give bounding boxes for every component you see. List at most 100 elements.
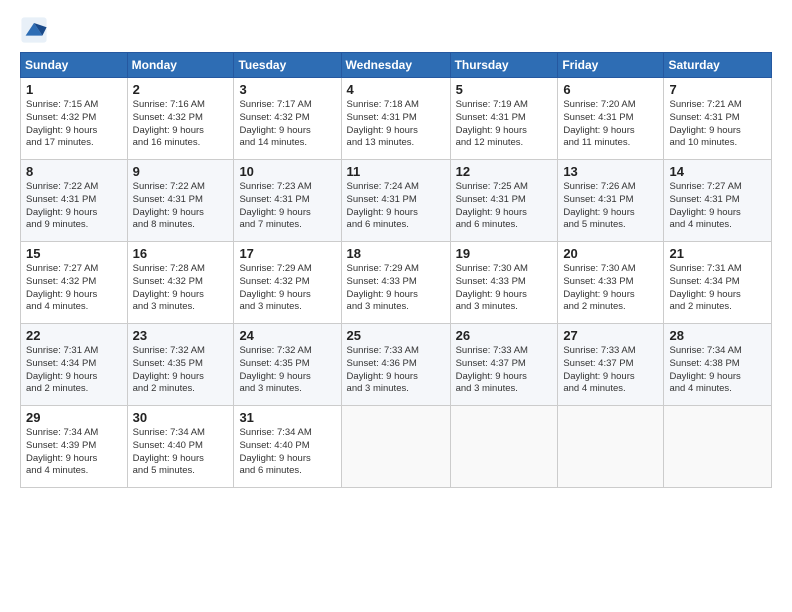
day-number: 18 (347, 246, 445, 261)
calendar-cell: 17 Sunrise: 7:29 AM Sunset: 4:32 PM Dayli… (234, 242, 341, 324)
calendar-cell: 16Sunrise: 7:28 AM Sunset: 4:32 PM Dayli… (127, 242, 234, 324)
day-info: Sunrise: 7:28 AM Sunset: 4:32 PM Dayligh… (133, 263, 229, 314)
calendar-cell: 2 Sunrise: 7:16 AM Sunset: 4:32 PM Daylig… (127, 78, 234, 160)
weekday-header-friday: Friday (558, 53, 664, 78)
calendar-cell: 29 Sunrise: 7:34 AM Sunset: 4:39 PM Dayli… (21, 406, 128, 488)
day-number: 26 (456, 328, 553, 343)
weekday-header-monday: Monday (127, 53, 234, 78)
day-info: Sunrise: 7:31 AM Sunset: 4:34 PM Dayligh… (669, 263, 766, 314)
day-info: Sunrise: 7:27 AM Sunset: 4:32 PM Dayligh… (26, 263, 122, 314)
day-info: Sunrise: 7:31 AM Sunset: 4:34 PM Dayligh… (26, 345, 122, 396)
day-info: Sunrise: 7:34 AM Sunset: 4:40 PM Dayligh… (239, 427, 335, 478)
calendar-cell: 3 Sunrise: 7:17 AM Sunset: 4:32 PM Daylig… (234, 78, 341, 160)
calendar-cell: 5 Sunrise: 7:19 AM Sunset: 4:31 PM Daylig… (450, 78, 558, 160)
calendar-cell: 25 Sunrise: 7:33 AM Sunset: 4:36 PM Dayli… (341, 324, 450, 406)
logo-icon (20, 16, 48, 44)
calendar-cell: 24 Sunrise: 7:32 AM Sunset: 4:35 PM Dayli… (234, 324, 341, 406)
calendar-cell: 4Sunrise: 7:18 AM Sunset: 4:31 PM Daylig… (341, 78, 450, 160)
day-number: 21 (669, 246, 766, 261)
day-info: Sunrise: 7:30 AM Sunset: 4:33 PM Dayligh… (456, 263, 553, 314)
calendar-cell: 26 Sunrise: 7:33 AM Sunset: 4:37 PM Dayli… (450, 324, 558, 406)
calendar-cell (341, 406, 450, 488)
week-row-5: 29 Sunrise: 7:34 AM Sunset: 4:39 PM Dayli… (21, 406, 772, 488)
week-row-2: 8 Sunrise: 7:22 AM Sunset: 4:31 PM Daylig… (21, 160, 772, 242)
day-info: Sunrise: 7:22 AM Sunset: 4:31 PM Dayligh… (26, 181, 122, 232)
calendar-cell: 18 Sunrise: 7:29 AM Sunset: 4:33 PM Dayli… (341, 242, 450, 324)
day-info: Sunrise: 7:25 AM Sunset: 4:31 PM Dayligh… (456, 181, 553, 232)
day-info: Sunrise: 7:34 AM Sunset: 4:39 PM Dayligh… (26, 427, 122, 478)
calendar-cell (450, 406, 558, 488)
weekday-header-wednesday: Wednesday (341, 53, 450, 78)
day-info: Sunrise: 7:32 AM Sunset: 4:35 PM Dayligh… (239, 345, 335, 396)
calendar-cell: 28 Sunrise: 7:34 AM Sunset: 4:38 PM Dayli… (664, 324, 772, 406)
day-info: Sunrise: 7:33 AM Sunset: 4:37 PM Dayligh… (563, 345, 658, 396)
day-number: 3 (239, 82, 335, 97)
day-info: Sunrise: 7:17 AM Sunset: 4:32 PM Dayligh… (239, 99, 335, 150)
day-number: 22 (26, 328, 122, 343)
weekday-header-thursday: Thursday (450, 53, 558, 78)
calendar-cell: 23Sunrise: 7:32 AM Sunset: 4:35 PM Dayli… (127, 324, 234, 406)
day-info: Sunrise: 7:22 AM Sunset: 4:31 PM Dayligh… (133, 181, 229, 232)
calendar-cell (558, 406, 664, 488)
day-number: 2 (133, 82, 229, 97)
calendar-cell: 1Sunrise: 7:15 AM Sunset: 4:32 PM Daylig… (21, 78, 128, 160)
day-number: 29 (26, 410, 122, 425)
calendar-cell: 20 Sunrise: 7:30 AM Sunset: 4:33 PM Dayli… (558, 242, 664, 324)
day-number: 20 (563, 246, 658, 261)
day-number: 1 (26, 82, 122, 97)
day-info: Sunrise: 7:30 AM Sunset: 4:33 PM Dayligh… (563, 263, 658, 314)
calendar-cell: 10Sunrise: 7:23 AM Sunset: 4:31 PM Dayli… (234, 160, 341, 242)
calendar-table: SundayMondayTuesdayWednesdayThursdayFrid… (20, 52, 772, 488)
weekday-header-row: SundayMondayTuesdayWednesdayThursdayFrid… (21, 53, 772, 78)
day-number: 24 (239, 328, 335, 343)
calendar-cell: 27 Sunrise: 7:33 AM Sunset: 4:37 PM Dayli… (558, 324, 664, 406)
day-number: 19 (456, 246, 553, 261)
day-info: Sunrise: 7:33 AM Sunset: 4:37 PM Dayligh… (456, 345, 553, 396)
calendar-page: SundayMondayTuesdayWednesdayThursdayFrid… (0, 0, 792, 498)
day-number: 14 (669, 164, 766, 179)
day-info: Sunrise: 7:18 AM Sunset: 4:31 PM Dayligh… (347, 99, 445, 150)
day-number: 13 (563, 164, 658, 179)
day-number: 27 (563, 328, 658, 343)
weekday-header-sunday: Sunday (21, 53, 128, 78)
day-number: 11 (347, 164, 445, 179)
day-number: 10 (239, 164, 335, 179)
calendar-cell: 7 Sunrise: 7:21 AM Sunset: 4:31 PM Daylig… (664, 78, 772, 160)
weekday-header-saturday: Saturday (664, 53, 772, 78)
calendar-cell: 14Sunrise: 7:27 AM Sunset: 4:31 PM Dayli… (664, 160, 772, 242)
day-info: Sunrise: 7:32 AM Sunset: 4:35 PM Dayligh… (133, 345, 229, 396)
calendar-cell: 19 Sunrise: 7:30 AM Sunset: 4:33 PM Dayli… (450, 242, 558, 324)
day-number: 12 (456, 164, 553, 179)
day-number: 6 (563, 82, 658, 97)
day-number: 8 (26, 164, 122, 179)
day-info: Sunrise: 7:19 AM Sunset: 4:31 PM Dayligh… (456, 99, 553, 150)
logo (20, 16, 52, 44)
day-number: 28 (669, 328, 766, 343)
calendar-cell: 31Sunrise: 7:34 AM Sunset: 4:40 PM Dayli… (234, 406, 341, 488)
weekday-header-tuesday: Tuesday (234, 53, 341, 78)
day-info: Sunrise: 7:21 AM Sunset: 4:31 PM Dayligh… (669, 99, 766, 150)
calendar-cell: 13 Sunrise: 7:26 AM Sunset: 4:31 PM Dayli… (558, 160, 664, 242)
calendar-cell: 12 Sunrise: 7:25 AM Sunset: 4:31 PM Dayli… (450, 160, 558, 242)
calendar-cell: 6Sunrise: 7:20 AM Sunset: 4:31 PM Daylig… (558, 78, 664, 160)
calendar-cell: 30Sunrise: 7:34 AM Sunset: 4:40 PM Dayli… (127, 406, 234, 488)
header (20, 16, 772, 44)
calendar-cell: 15Sunrise: 7:27 AM Sunset: 4:32 PM Dayli… (21, 242, 128, 324)
day-info: Sunrise: 7:29 AM Sunset: 4:33 PM Dayligh… (347, 263, 445, 314)
day-info: Sunrise: 7:34 AM Sunset: 4:40 PM Dayligh… (133, 427, 229, 478)
day-info: Sunrise: 7:26 AM Sunset: 4:31 PM Dayligh… (563, 181, 658, 232)
calendar-cell: 11Sunrise: 7:24 AM Sunset: 4:31 PM Dayli… (341, 160, 450, 242)
day-info: Sunrise: 7:29 AM Sunset: 4:32 PM Dayligh… (239, 263, 335, 314)
week-row-3: 15Sunrise: 7:27 AM Sunset: 4:32 PM Dayli… (21, 242, 772, 324)
day-number: 5 (456, 82, 553, 97)
day-number: 17 (239, 246, 335, 261)
week-row-1: 1Sunrise: 7:15 AM Sunset: 4:32 PM Daylig… (21, 78, 772, 160)
day-info: Sunrise: 7:34 AM Sunset: 4:38 PM Dayligh… (669, 345, 766, 396)
calendar-cell (664, 406, 772, 488)
day-info: Sunrise: 7:16 AM Sunset: 4:32 PM Dayligh… (133, 99, 229, 150)
day-number: 7 (669, 82, 766, 97)
calendar-cell: 21 Sunrise: 7:31 AM Sunset: 4:34 PM Dayli… (664, 242, 772, 324)
calendar-cell: 8 Sunrise: 7:22 AM Sunset: 4:31 PM Daylig… (21, 160, 128, 242)
day-info: Sunrise: 7:33 AM Sunset: 4:36 PM Dayligh… (347, 345, 445, 396)
day-number: 25 (347, 328, 445, 343)
